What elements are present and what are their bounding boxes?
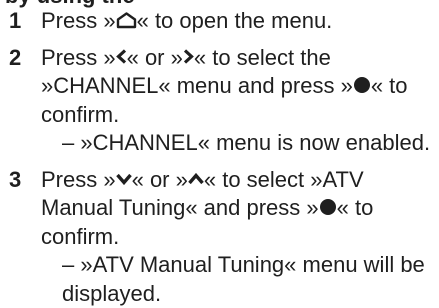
step-result-text: – »CHANNEL« menu is now enabled. <box>62 130 430 155</box>
step-3: 3 Press »« or »« to select »ATV Manual T… <box>0 166 439 308</box>
step-number: 3 <box>9 166 21 195</box>
step-result: – »CHANNEL« menu is now enabled. <box>41 129 439 158</box>
down-arrow-icon <box>116 173 132 185</box>
left-arrow-icon <box>116 49 127 64</box>
home-icon <box>116 12 137 29</box>
step-number: 2 <box>9 44 21 73</box>
step-text: Press » « to open the menu. <box>41 7 439 36</box>
step-text: Press »« or »« to select the »CHANNEL« m… <box>41 44 439 130</box>
step-text-part: « or » <box>132 167 188 192</box>
step-text-part: « or » <box>127 45 183 70</box>
step-2: 2 Press »« or »« to select the »CHANNEL«… <box>0 44 439 158</box>
ok-dot-icon <box>319 198 337 216</box>
ok-dot-icon <box>353 76 371 94</box>
step-text-part: Press » <box>41 8 116 33</box>
step-text-part: Press » <box>41 167 116 192</box>
step-result-text: – »ATV Manual Tuning« menu will be displ… <box>62 252 425 306</box>
step-text: Press »« or »« to select »ATV Manual Tun… <box>41 166 439 252</box>
step-1: 1 Press » « to open the menu. <box>0 7 439 36</box>
step-result: – »ATV Manual Tuning« menu will be displ… <box>41 251 439 308</box>
instruction-steps: 1 Press » « to open the menu. 2 Press » « … <box>0 7 439 308</box>
up-arrow-icon <box>188 173 204 185</box>
step-text-part: Press » <box>41 45 116 70</box>
step-number: 1 <box>9 7 21 36</box>
right-arrow-icon <box>183 49 194 64</box>
step-text-part: « to open the menu. <box>137 8 333 33</box>
